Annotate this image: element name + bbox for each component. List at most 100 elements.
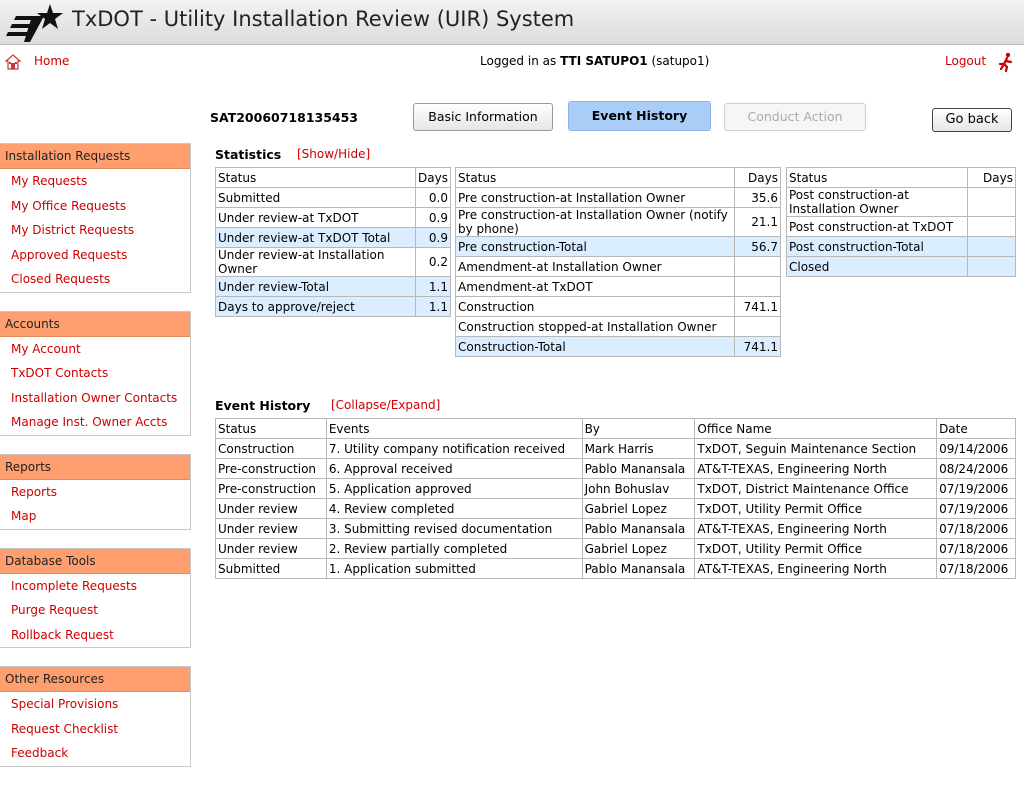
sidebar-item-closed-requests[interactable]: Closed Requests xyxy=(0,267,190,292)
days-cell: 0.0 xyxy=(415,187,451,208)
days-cell: 35.6 xyxy=(734,187,781,208)
login-status: Logged in as TTI SATUPO1 (satupo1) xyxy=(480,54,709,68)
days-cell: 0.9 xyxy=(415,227,451,248)
event-cell: 7. Utility company notification received xyxy=(325,438,583,459)
table-row: Post construction-at Installation Owner xyxy=(785,187,1016,217)
table-row: Construction 7. Utility company notificat… xyxy=(215,438,1016,459)
menu-heading-accounts: Accounts xyxy=(0,311,190,337)
logout-link[interactable]: Logout xyxy=(945,54,986,68)
table-row: Under review 3. Submitting revised docume… xyxy=(215,518,1016,539)
event-cell: 1. Application submitted xyxy=(325,558,583,579)
statistics-table-post: Status Days Post construction-at Installat… xyxy=(785,167,1016,277)
login-prefix: Logged in as xyxy=(480,54,557,68)
sidebar-item-my-district-requests[interactable]: My District Requests xyxy=(0,218,190,243)
sidebar-item-my-requests[interactable]: My Requests xyxy=(0,169,190,194)
table-row: Amendment-at TxDOT xyxy=(454,276,781,297)
sidebar-item-request-checklist[interactable]: Request Checklist xyxy=(0,717,190,742)
status-cell: Construction xyxy=(215,438,327,459)
status-cell: Post construction-at TxDOT xyxy=(785,216,969,237)
column-header-status: Status xyxy=(454,167,736,188)
days-cell xyxy=(967,256,1016,277)
table-row: Construction-Total 741.1 xyxy=(454,336,781,357)
menu-heading-reports: Reports xyxy=(0,454,190,480)
sidebar: Installation Requests My Requests My Offic… xyxy=(0,143,191,785)
app-header: TxDOT - Utility Installation Review (UIR… xyxy=(0,0,1024,45)
event-history-button[interactable]: Event History xyxy=(568,101,711,131)
status-cell: Amendment-at Installation Owner xyxy=(454,256,736,277)
date-cell: 07/18/2006 xyxy=(936,558,1016,579)
sidebar-item-reports[interactable]: Reports xyxy=(0,480,190,505)
status-cell: Submitted xyxy=(214,187,417,208)
days-cell: 1.1 xyxy=(415,296,451,317)
statistics-table-review: Status Days Submitted 0.0 Under review-at Tx… xyxy=(214,167,451,317)
days-cell xyxy=(734,276,781,297)
sidebar-item-txdot-contacts[interactable]: TxDOT Contacts xyxy=(0,361,190,386)
column-header-status: Status xyxy=(214,167,417,188)
office-cell: AT&T-TEXAS, Engineering North xyxy=(694,518,938,539)
table-row: Days to approve/reject 1.1 xyxy=(214,296,451,317)
days-cell xyxy=(967,187,1016,217)
status-cell: Closed xyxy=(785,256,969,277)
event-cell: 3. Submitting revised documentation xyxy=(325,518,583,539)
event-cell: 4. Review completed xyxy=(325,498,583,519)
days-cell: 741.1 xyxy=(734,336,781,357)
status-cell: Pre construction-Total xyxy=(454,236,736,257)
sidebar-item-incomplete-requests[interactable]: Incomplete Requests xyxy=(0,574,190,599)
status-cell: Under review-at TxDOT Total xyxy=(214,227,417,248)
sidebar-item-map[interactable]: Map xyxy=(0,504,190,529)
by-cell: Gabriel Lopez xyxy=(581,538,696,559)
sidebar-item-manage-inst-owner-accts[interactable]: Manage Inst. Owner Accts xyxy=(0,410,190,435)
sidebar-item-my-account[interactable]: My Account xyxy=(0,337,190,362)
date-cell: 08/24/2006 xyxy=(936,458,1016,479)
event-history-collapse-link[interactable]: [Collapse/Expand] xyxy=(331,398,440,412)
menu-heading-database-tools: Database Tools xyxy=(0,548,190,574)
status-cell: Pre-construction xyxy=(215,478,327,499)
status-cell: Pre construction-at Installation Owner xyxy=(454,187,736,208)
go-back-button[interactable]: Go back xyxy=(932,108,1012,132)
home-icon[interactable] xyxy=(5,54,21,70)
basic-information-button[interactable]: Basic Information xyxy=(413,103,553,131)
status-cell: Under review-Total xyxy=(214,276,417,297)
statistics-show-hide-link[interactable]: [Show/Hide] xyxy=(297,147,370,161)
by-cell: Pablo Manansala xyxy=(581,518,696,539)
office-cell: TxDOT, Utility Permit Office xyxy=(694,538,938,559)
home-link[interactable]: Home xyxy=(34,54,69,68)
event-cell: 2. Review partially completed xyxy=(325,538,583,559)
status-cell: Under review-at Installation Owner xyxy=(214,247,417,277)
sidebar-item-installation-owner-contacts[interactable]: Installation Owner Contacts xyxy=(0,386,190,411)
user-id: (satupo1) xyxy=(651,54,710,68)
column-header-status: Status xyxy=(785,167,969,188)
status-cell: Post construction-at Installation Owner xyxy=(785,187,969,217)
sidebar-item-special-provisions[interactable]: Special Provisions xyxy=(0,692,190,717)
table-row: Post construction-at TxDOT xyxy=(785,216,1016,237)
table-row: Pre construction-at Installation Owner (… xyxy=(454,207,781,237)
date-cell: 07/18/2006 xyxy=(936,538,1016,559)
table-row: Construction 741.1 xyxy=(454,296,781,317)
sidebar-item-feedback[interactable]: Feedback xyxy=(0,741,190,766)
days-cell xyxy=(734,316,781,337)
status-cell: Amendment-at TxDOT xyxy=(454,276,736,297)
table-row: Under review 2. Review partially complete… xyxy=(215,538,1016,559)
sidebar-item-rollback-request[interactable]: Rollback Request xyxy=(0,623,190,648)
column-header-days: Days xyxy=(967,167,1016,188)
statistics-title: Statistics xyxy=(215,147,282,162)
sidebar-item-my-office-requests[interactable]: My Office Requests xyxy=(0,194,190,219)
conduct-action-button[interactable]: Conduct Action xyxy=(724,103,866,131)
by-cell: Gabriel Lopez xyxy=(581,498,696,519)
days-cell: 741.1 xyxy=(734,296,781,317)
event-cell: 5. Application approved xyxy=(325,478,583,499)
table-row: Pre construction-Total 56.7 xyxy=(454,236,781,257)
table-row: Construction stopped-at Installation Own… xyxy=(454,316,781,337)
running-man-icon[interactable] xyxy=(997,52,1015,72)
days-cell: 1.1 xyxy=(415,276,451,297)
sidebar-item-purge-request[interactable]: Purge Request xyxy=(0,598,190,623)
request-id: SAT20060718135453 xyxy=(210,110,358,125)
column-header-office-name: Office Name xyxy=(694,418,938,439)
table-row: Post construction-Total xyxy=(785,236,1016,257)
sidebar-item-approved-requests[interactable]: Approved Requests xyxy=(0,243,190,268)
table-header-row: Status Days xyxy=(454,167,781,188)
days-cell: 21.1 xyxy=(734,207,781,237)
table-row: Under review-Total 1.1 xyxy=(214,276,451,297)
menu-group-accounts: Accounts My Account TxDOT Contacts Installa… xyxy=(0,310,191,436)
status-cell: Under review xyxy=(215,518,327,539)
